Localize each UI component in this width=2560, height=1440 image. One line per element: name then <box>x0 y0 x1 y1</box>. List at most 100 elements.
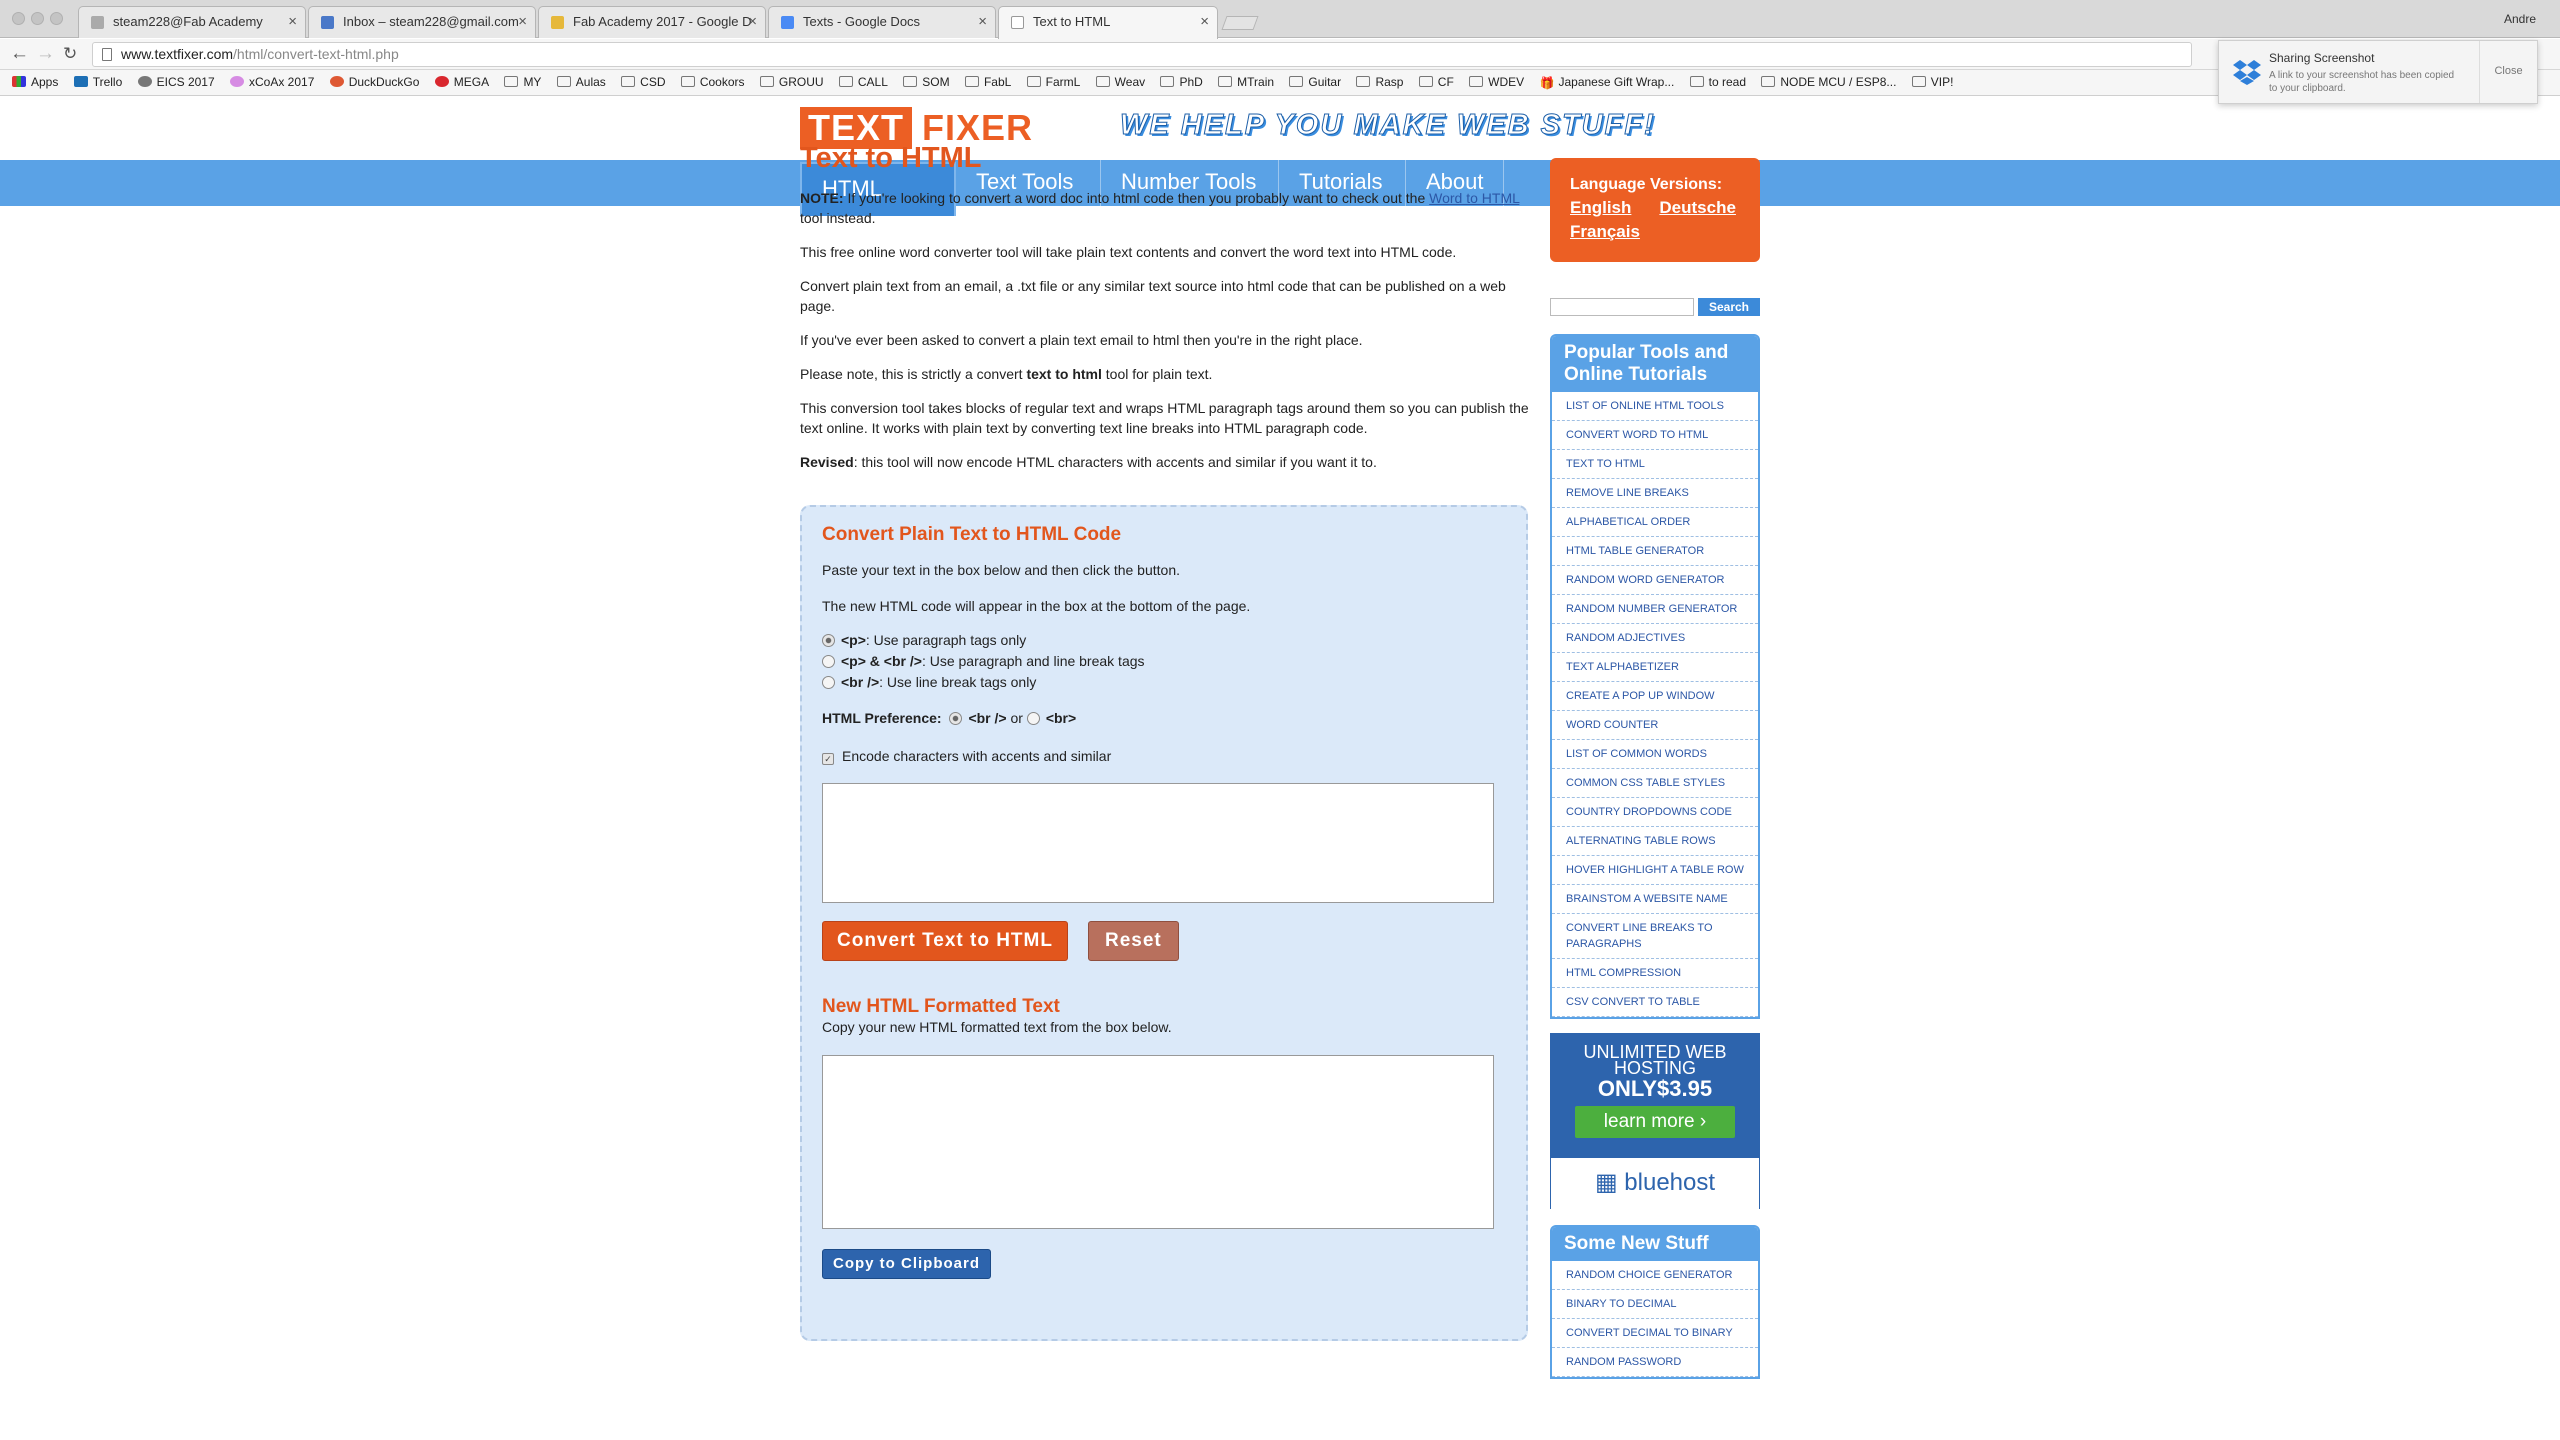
bookmark-item[interactable]: 🎁 Japanese Gift Wrap... <box>1539 70 1674 94</box>
bookmark-folder[interactable]: CF <box>1418 70 1454 94</box>
sidebar-link[interactable]: List of Common Words <box>1552 740 1758 769</box>
bookmark-folder[interactable]: WDEV <box>1469 70 1524 94</box>
sidebar-link[interactable]: List of Online HTML Tools <box>1552 392 1758 421</box>
bookmark-folder[interactable]: Cookors <box>680 70 745 94</box>
bookmark-item[interactable]: EICS 2017 <box>137 70 215 94</box>
radio-button[interactable] <box>1026 712 1040 725</box>
sidebar-link[interactable]: Brainstom a Website Name <box>1552 885 1758 914</box>
bookmark-folder[interactable]: SOM <box>903 70 950 94</box>
bookmark-item[interactable]: MEGA <box>434 70 489 94</box>
profile-name[interactable]: Andre <box>2504 12 2536 26</box>
encode-option[interactable]: ✓ Encode characters with accents and simi… <box>822 747 1111 765</box>
language-link-deutsche[interactable]: Deutsche <box>1659 198 1736 217</box>
bookmark-item[interactable]: Apps <box>12 70 58 94</box>
language-link-english[interactable]: English <box>1570 198 1631 217</box>
bookmark-folder[interactable]: CALL <box>838 70 888 94</box>
sidebar-link[interactable]: Remove Line Breaks <box>1552 479 1758 508</box>
sidebar-link[interactable]: Create a Pop Up Window <box>1552 682 1758 711</box>
sidebar-link[interactable]: Random Number Generator <box>1552 595 1758 624</box>
word-to-html-link[interactable]: Word to HTML <box>1429 190 1519 206</box>
browser-tab[interactable]: Inbox – steam228@gmail.com × <box>308 6 536 38</box>
radio-button[interactable] <box>822 676 835 689</box>
sidebar-link[interactable]: Random Adjectives <box>1552 624 1758 653</box>
sidebar-link[interactable]: Hover Highlight a Table Row <box>1552 856 1758 885</box>
search-button[interactable]: Search <box>1698 298 1760 316</box>
output-textarea[interactable] <box>822 1055 1494 1229</box>
sidebar-link[interactable]: Word Counter <box>1552 711 1758 740</box>
maximize-window-icon[interactable] <box>50 12 63 25</box>
mail-icon <box>321 16 334 29</box>
notification-close-button[interactable]: Close <box>2479 41 2537 103</box>
close-icon[interactable]: × <box>518 7 527 37</box>
bookmark-item[interactable]: Trello <box>73 70 122 94</box>
back-arrow-icon[interactable]: ← <box>10 43 29 65</box>
minimize-window-icon[interactable] <box>31 12 44 25</box>
bookmark-folder[interactable]: MTrain <box>1218 70 1274 94</box>
radio-button[interactable] <box>949 712 963 725</box>
close-icon[interactable]: × <box>1200 7 1209 37</box>
chevron-right-icon: › <box>1699 1111 1707 1132</box>
option-p-and-br[interactable]: <p> & <br />: Use paragraph and line bre… <box>822 652 1145 670</box>
browser-tab-active[interactable]: Text to HTML × <box>998 6 1218 39</box>
bookmark-folder[interactable]: MY <box>504 70 541 94</box>
close-icon[interactable]: × <box>978 7 987 37</box>
sidebar-link[interactable]: HTML Table Generator <box>1552 537 1758 566</box>
browser-tab[interactable]: Texts - Google Docs × <box>768 6 996 38</box>
bookmark-folder[interactable]: Weav <box>1095 70 1145 94</box>
bookmark-folder[interactable]: VIP! <box>1911 70 1953 94</box>
browser-tab-strip: steam228@Fab Academy × Inbox – steam228@… <box>0 0 2560 39</box>
bookmark-folder[interactable]: FabL <box>964 70 1011 94</box>
sidebar-link[interactable]: HTML Compression <box>1552 959 1758 988</box>
forward-arrow-icon[interactable]: → <box>36 43 55 65</box>
sidebar-link[interactable]: Alphabetical Order <box>1552 508 1758 537</box>
hosting-ad[interactable]: UNLIMITED WEB HOSTING ONLY$3.95 learn mo… <box>1550 1033 1760 1209</box>
sidebar-link[interactable]: Common CSS Table Styles <box>1552 769 1758 798</box>
copy-to-clipboard-button[interactable]: Copy to Clipboard <box>822 1249 991 1279</box>
sidebar-link[interactable]: Country Dropdowns Code <box>1552 798 1758 827</box>
close-icon[interactable]: × <box>748 7 757 37</box>
option-p-only[interactable]: <p>: Use paragraph tags only <box>822 631 1026 649</box>
bookmark-item[interactable]: DuckDuckGo <box>329 70 419 94</box>
checkbox[interactable]: ✓ <box>822 753 834 765</box>
reload-icon[interactable]: ↻ <box>63 44 77 64</box>
url-input[interactable]: www.textfixer.com/html/convert-text-html… <box>92 42 2192 67</box>
sidebar-link[interactable]: Binary to Decimal <box>1552 1290 1758 1319</box>
sidebar-link[interactable]: Convert Line Breaks to Paragraphs <box>1552 914 1758 959</box>
input-textarea[interactable] <box>822 783 1494 903</box>
bookmark-folder[interactable]: PhD <box>1160 70 1203 94</box>
bookmark-folder[interactable]: Rasp <box>1356 70 1403 94</box>
radio-button[interactable] <box>822 655 835 668</box>
bookmark-folder[interactable]: Guitar <box>1289 70 1341 94</box>
bookmark-folder[interactable]: NODE MCU / ESP8... <box>1761 70 1896 94</box>
sidebar-link[interactable]: Random Choice Generator <box>1552 1261 1758 1290</box>
page-info-icon[interactable] <box>102 48 112 61</box>
screenshot-notification: Sharing Screenshot A link to your screen… <box>2218 40 2538 104</box>
search-input[interactable] <box>1550 298 1694 316</box>
sidebar-link[interactable]: Random Word Generator <box>1552 566 1758 595</box>
sidebar-link[interactable]: Random Password <box>1552 1348 1758 1377</box>
sidebar-link[interactable]: CSV Convert to Table <box>1552 988 1758 1017</box>
language-link-francais[interactable]: Français <box>1570 222 1640 241</box>
bookmark-folder[interactable]: FarmL <box>1026 70 1080 94</box>
sidebar-link[interactable]: Text to HTML <box>1552 450 1758 479</box>
bookmark-item[interactable]: xCoAx 2017 <box>230 70 314 94</box>
sidebar-link[interactable]: Text Alphabetizer <box>1552 653 1758 682</box>
bookmark-folder[interactable]: CSD <box>621 70 666 94</box>
browser-tab[interactable]: Fab Academy 2017 - Google D × <box>538 6 766 38</box>
radio-button[interactable] <box>822 634 835 647</box>
browser-tab[interactable]: steam228@Fab Academy × <box>78 6 306 38</box>
bookmark-folder[interactable]: to read <box>1689 70 1746 94</box>
bookmark-folder[interactable]: Aulas <box>556 70 606 94</box>
ad-learn-more-button[interactable]: learn more › <box>1575 1106 1735 1138</box>
sidebar-link[interactable]: Alternating Table Rows <box>1552 827 1758 856</box>
new-tab-button[interactable] <box>1221 16 1259 30</box>
convert-button[interactable]: Convert Text to HTML <box>822 921 1068 961</box>
bookmark-folder[interactable]: GROUU <box>759 70 824 94</box>
sidebar-link[interactable]: Convert Word to HTML <box>1552 421 1758 450</box>
reset-button[interactable]: Reset <box>1088 921 1179 961</box>
sidebar-link[interactable]: Convert Decimal to Binary <box>1552 1319 1758 1348</box>
language-title: Language Versions: <box>1570 176 1723 193</box>
close-icon[interactable]: × <box>288 7 297 37</box>
option-br-only[interactable]: <br />: Use line break tags only <box>822 673 1036 691</box>
close-window-icon[interactable] <box>12 12 25 25</box>
